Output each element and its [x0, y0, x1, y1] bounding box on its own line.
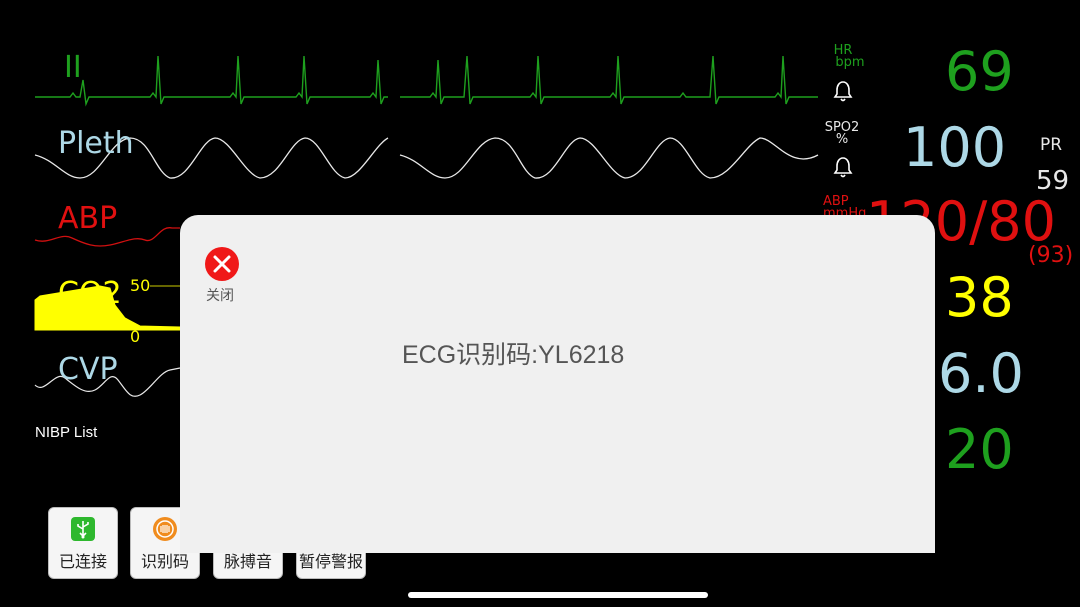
abp-wave-label: ABP	[58, 201, 118, 236]
ecg-code-dialog: 关闭 ECG识别码:YL6218	[180, 215, 935, 553]
close-icon	[213, 255, 231, 273]
connected-button[interactable]: 已连接	[48, 507, 118, 579]
abp-mean-value: (93)	[1028, 243, 1074, 268]
close-control[interactable]: 关闭	[205, 247, 239, 305]
home-indicator[interactable]	[408, 592, 708, 598]
pleth-label: Pleth	[58, 126, 134, 161]
co2-scale-bottom: 0	[130, 327, 141, 346]
hr-param-name: HR bpm	[833, 43, 865, 70]
pleth-waveform	[34, 137, 819, 179]
nibp-list-label[interactable]: NIBP List	[35, 424, 97, 441]
hr-value: 69	[945, 40, 1014, 103]
connected-label: 已连接	[58, 552, 107, 571]
bell-icon[interactable]	[833, 156, 853, 178]
cvp-value: 6.0	[938, 342, 1024, 405]
ecg-lead-label: II	[64, 50, 82, 85]
rr-value: 20	[945, 418, 1014, 481]
id-code-icon	[153, 517, 177, 541]
cvp-wave-label: CVP	[58, 352, 118, 387]
usb-icon	[71, 517, 95, 541]
co2-wave-label: CO2	[58, 276, 122, 311]
co2-scale-top: 50	[130, 276, 151, 295]
pr-label: PR	[1040, 135, 1063, 155]
close-button[interactable]	[205, 247, 239, 281]
co2-value: 38	[945, 266, 1014, 329]
ecg-identification-code: ECG识别码:YL6218	[402, 341, 625, 369]
close-label: 关闭	[206, 288, 234, 304]
ecg-waveform	[35, 55, 818, 107]
spo2-value: 100	[903, 116, 1007, 179]
spo2-param-name: SPO2%	[824, 120, 860, 147]
bell-icon[interactable]	[833, 80, 853, 102]
